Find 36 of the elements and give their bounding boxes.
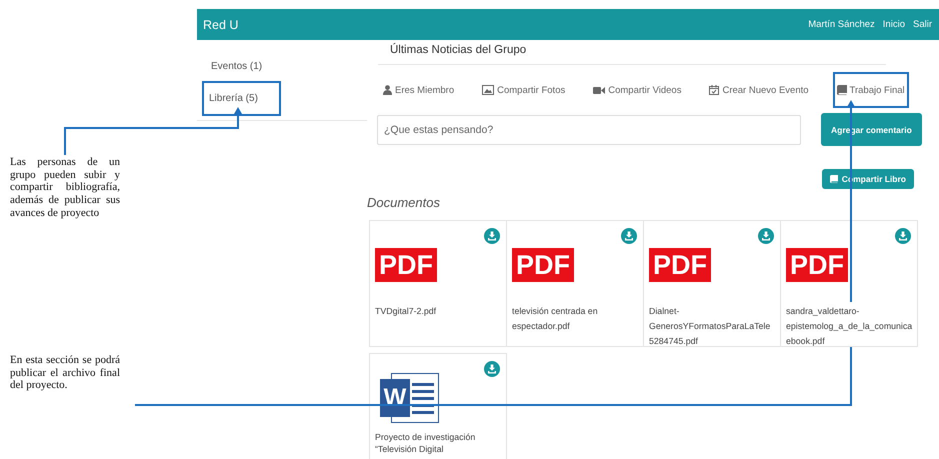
image-icon <box>482 85 494 95</box>
sidebar-item[interactable]: Librería (5) <box>203 82 280 115</box>
pdf-logo: PDF <box>512 248 574 282</box>
app-title: Red U <box>203 18 238 32</box>
download-icon[interactable] <box>484 361 500 377</box>
pdf-logo: PDF <box>649 248 711 282</box>
pdf-logo: PDF <box>375 248 437 282</box>
tab-link[interactable]: Crear Nuevo Evento <box>706 73 812 107</box>
file-name[interactable]: Proyecto de investigación “Televisión Digital <box>375 431 502 455</box>
download-icon[interactable] <box>484 228 500 244</box>
tab-link[interactable]: Eres Miembro <box>380 73 458 107</box>
file-name[interactable]: TVDgital7-2.pdf <box>375 304 502 319</box>
download-icon[interactable] <box>621 228 637 244</box>
file-name[interactable]: sandra_valdettaro- epistemolog_a_de_la_comunica ebook.pdf <box>786 304 913 349</box>
post-field[interactable]: ¿Que estas pensando? <box>377 114 801 144</box>
pdf-logo: PDF <box>786 248 848 282</box>
calendar-icon <box>709 85 720 95</box>
tab-link[interactable]: Compartir Fotos <box>479 73 568 107</box>
nav-link[interactable]: Inicio <box>882 19 905 30</box>
nav-link[interactable]: Martín Sánchez <box>808 19 875 30</box>
file-name[interactable]: televisión centrada en espectador.pdf <box>512 304 639 334</box>
video-camera-icon <box>593 86 606 94</box>
tab-link[interactable]: Compartir Videos <box>590 73 684 107</box>
file-name[interactable]: Dialnet- GenerosYFormatosParaLaTele 5284745.pdf <box>649 304 776 349</box>
sidebar-item[interactable]: Eventos (1) <box>203 52 270 81</box>
section-title: Últimas Noticias del Grupo <box>378 40 886 65</box>
documents-heading: Documentos <box>367 195 441 210</box>
nav-link[interactable]: Salir <box>912 19 932 30</box>
book-icon <box>830 175 838 183</box>
download-icon[interactable] <box>895 228 911 244</box>
download-icon[interactable] <box>758 228 774 244</box>
tab-link[interactable]: Trabajo Final <box>834 73 908 107</box>
book-icon <box>836 85 847 95</box>
user-icon <box>383 85 392 95</box>
annotation-text: Las personas de un grupo pueden subir y compartir bibliografía, además de publicar sus avances de proyecto <box>10 156 120 220</box>
annotation-text: En esta sección se podrá publicar el archivo final del proyecto. <box>10 354 120 392</box>
